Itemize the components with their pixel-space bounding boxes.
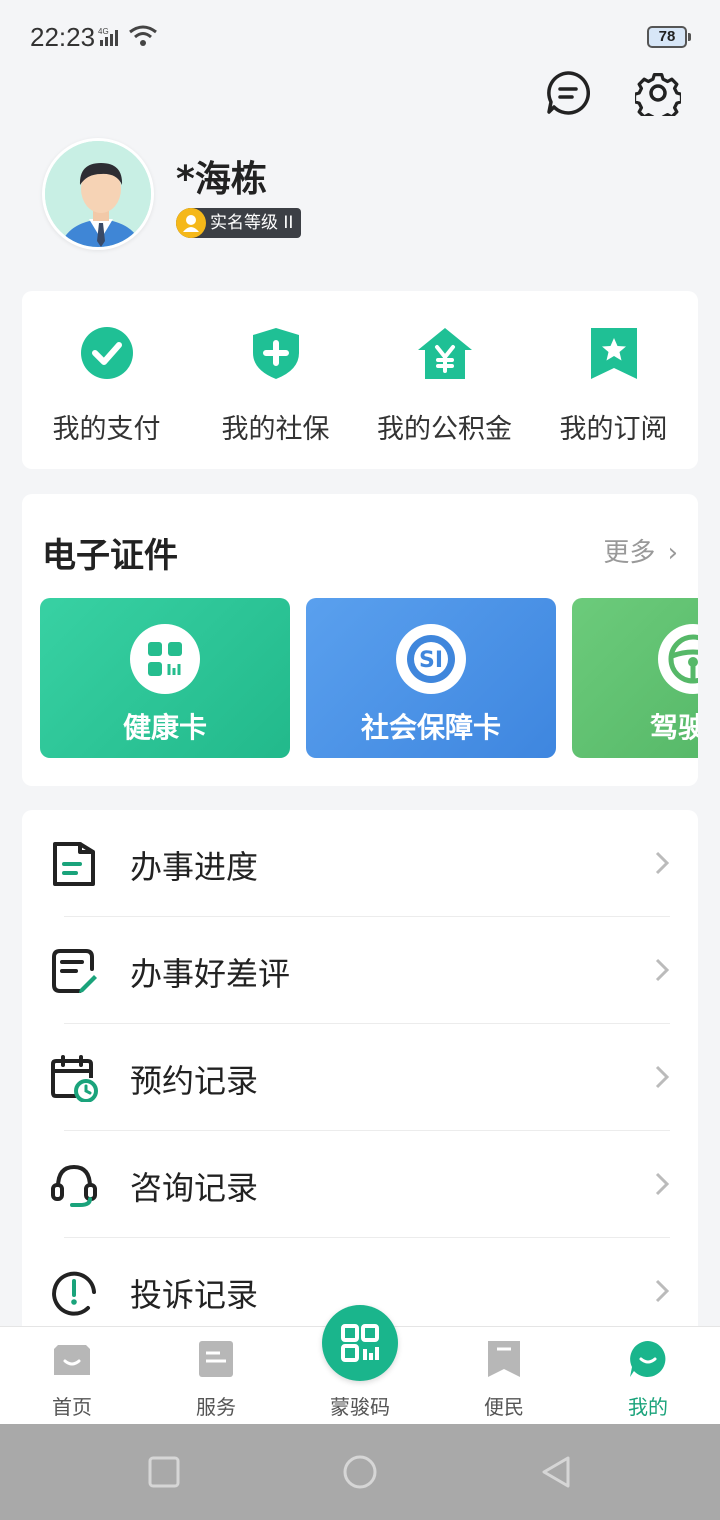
menu-item-label: 办事进度 [130,848,259,886]
wifi-icon [129,25,157,46]
home-button-icon[interactable] [342,1454,378,1490]
home-icon [54,1345,90,1375]
qr-code-icon [130,624,200,694]
menu-item-label: 咨询记录 [130,1169,259,1207]
certificate-label: 健康卡 [122,711,207,744]
user-name: *海栋 [176,159,267,200]
headset-icon [51,1164,97,1207]
menu-item-rating[interactable]: 办事好差评 [22,917,698,1024]
calendar-clock-icon [51,1055,98,1102]
verification-level: 实名等级 II [210,213,294,233]
cellular-signal-icon: 4G [98,27,118,46]
qr-code-icon [322,1305,398,1381]
si-logo-icon: SI [396,624,466,694]
steering-wheel-icon [658,624,698,694]
shield-plus-icon [253,328,299,379]
system-nav-bar [0,1424,720,1520]
tab-label: 首页 [52,1395,92,1419]
more-link[interactable]: 更多 › [603,532,678,569]
driver-license-tile[interactable]: 驾驶 [572,598,698,758]
quick-action-social-security[interactable]: 我的社保 [191,291,360,469]
menu-item-label: 预约记录 [130,1062,259,1100]
tab-label: 我的 [628,1395,668,1419]
chevron-right-icon [655,851,670,875]
menu-item-consultations[interactable]: 咨询记录 [22,1131,698,1238]
check-circle-icon [81,327,133,379]
menu-item-label: 办事好差评 [130,955,291,993]
service-icon [199,1341,233,1377]
quick-action-payment[interactable]: 我的支付 [22,291,191,469]
menu-item-progress[interactable]: 办事进度 [22,810,698,917]
tab-label: 蒙骏码 [330,1395,390,1419]
document-icon [53,842,95,886]
profile-icon [630,1341,666,1377]
health-card-tile[interactable]: 健康卡 [40,598,290,758]
chevron-right-icon [655,1172,670,1196]
bookmark-icon [488,1341,520,1377]
quick-action-label: 我的公积金 [377,414,512,445]
certificates-card: 电子证件 更多 › 健康卡 SI 社会保障卡 驾驶 [22,494,698,786]
tab-health-code[interactable]: 蒙骏码 [288,1305,432,1425]
quick-action-label: 我的订阅 [559,414,668,445]
section-title: 电子证件 [42,536,178,576]
chevron-right-icon: › [667,538,678,568]
menu-list-card: 办事进度 办事好差评 预约记录 咨询记录 投诉记录 [22,810,698,1340]
chevron-right-icon [655,1279,670,1303]
rating-edit-icon [52,949,97,993]
quick-action-housing-fund[interactable]: 我的公积金 [360,291,529,469]
certificate-label: 社会保障卡 [360,711,501,744]
tab-label: 服务 [196,1395,236,1419]
svg-text:4G: 4G [98,27,109,36]
more-label: 更多 [603,538,656,568]
certificate-label: 驾驶 [650,711,698,744]
bottom-nav: 首页 服务 蒙骏码 便民 我的 [0,1305,720,1425]
tab-label: 便民 [484,1395,524,1419]
alert-icon [52,1271,96,1316]
status-bar: 22:23 4G 78 [0,0,720,72]
verification-badge[interactable]: 实名等级 II [176,208,302,238]
recent-apps-icon[interactable] [146,1454,182,1490]
avatar[interactable] [42,138,154,250]
chevron-right-icon [655,1065,670,1089]
quick-actions-card: 我的支付 我的社保 我的公积金 我的订阅 [22,291,698,469]
tab-convenience[interactable]: 便民 [432,1327,576,1425]
gear-icon[interactable] [635,70,681,116]
tab-services[interactable]: 服务 [144,1327,288,1425]
quick-action-label: 我的支付 [52,414,161,445]
bookmark-star-icon [591,328,637,379]
menu-item-label: 投诉记录 [130,1276,259,1314]
social-security-card-tile[interactable]: SI 社会保障卡 [306,598,556,758]
message-icon[interactable] [545,70,591,116]
tab-mine[interactable]: 我的 [576,1327,720,1425]
back-icon[interactable] [538,1454,574,1490]
medal-icon [176,208,206,238]
status-time: 22:23 [30,22,96,52]
house-yuan-icon [418,328,472,379]
battery-indicator: 78 [647,26,691,48]
quick-action-label: 我的社保 [221,414,330,445]
user-avatar-icon [45,141,151,247]
menu-item-appointments[interactable]: 预约记录 [22,1024,698,1131]
tab-home[interactable]: 首页 [0,1327,144,1425]
chevron-right-icon [655,958,670,982]
svg-text:SI: SI [419,648,443,673]
quick-action-subscription[interactable]: 我的订阅 [529,291,698,469]
